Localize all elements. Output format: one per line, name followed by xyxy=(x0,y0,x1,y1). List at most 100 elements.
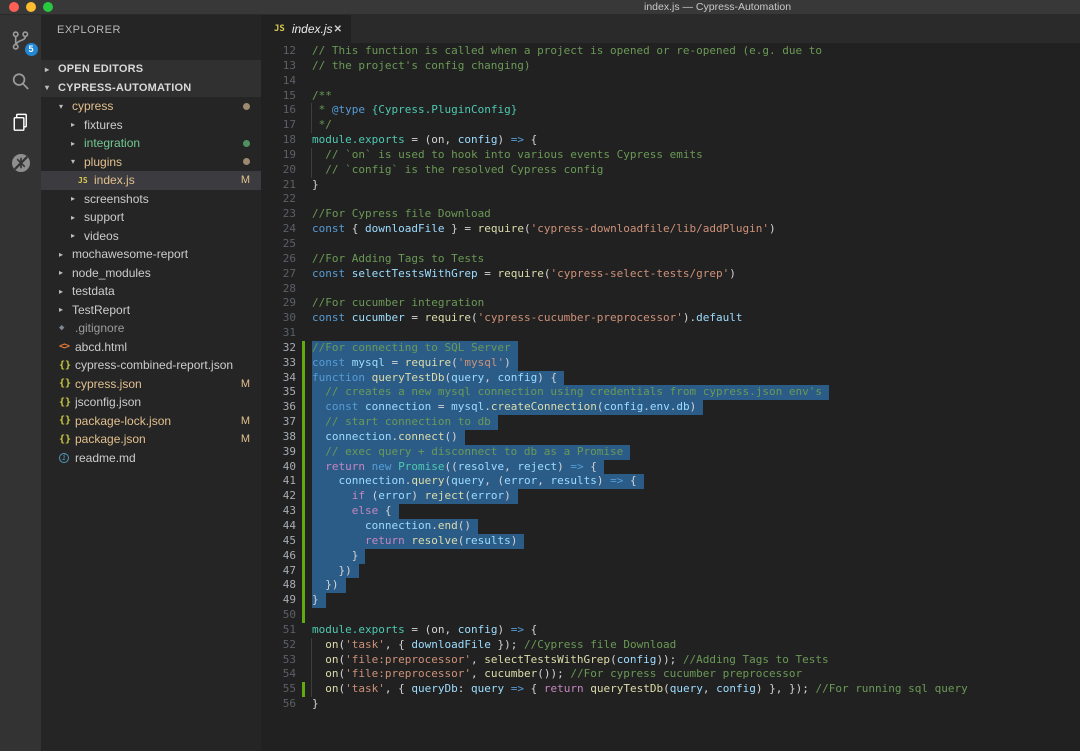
code-line-55[interactable]: 55 on('task', { queryDb: query => { retu… xyxy=(261,682,1080,697)
code-line-25[interactable]: 25 xyxy=(261,237,1080,252)
code-line-38[interactable]: 38 connection.connect() xyxy=(261,430,1080,445)
explorer-icon[interactable] xyxy=(7,108,35,136)
code-line-30[interactable]: 30const cucumber = require('cypress-cucu… xyxy=(261,311,1080,326)
tree-item-testdata[interactable]: ▸testdata xyxy=(41,282,261,301)
code-line-31[interactable]: 31 xyxy=(261,326,1080,341)
code-area[interactable]: 12// This function is called when a proj… xyxy=(261,43,1080,751)
line-number: 23 xyxy=(261,207,296,222)
tree-item-mochawesome-report[interactable]: ▸mochawesome-report xyxy=(41,245,261,264)
code-line-54[interactable]: 54 on('file:preprocessor', cucumber()); … xyxy=(261,667,1080,682)
tree-item-support[interactable]: ▸support xyxy=(41,208,261,227)
tree-item-integration[interactable]: ▸integration xyxy=(41,134,261,153)
code-text: //For cucumber integration xyxy=(312,296,484,311)
chevron-right-icon: ▸ xyxy=(71,231,84,240)
code-line-47[interactable]: 47 }) xyxy=(261,564,1080,579)
code-line-15[interactable]: 15/** xyxy=(261,89,1080,104)
chevron-down-icon: ▾ xyxy=(45,83,58,92)
json-file-icon: {} xyxy=(59,397,75,408)
source-control-badge: 5 xyxy=(25,43,38,56)
chevron-right-icon: ▸ xyxy=(71,139,84,148)
close-window-button[interactable] xyxy=(9,2,19,12)
tree-item-videos[interactable]: ▸videos xyxy=(41,227,261,246)
code-line-28[interactable]: 28 xyxy=(261,282,1080,297)
code-line-29[interactable]: 29 //For cucumber integration xyxy=(261,296,1080,311)
tree-item--gitignore[interactable]: ◆.gitignore xyxy=(41,319,261,338)
code-line-41[interactable]: 41 connection.query(query, (error, resul… xyxy=(261,474,1080,489)
code-line-13[interactable]: 13// the project's config changing) xyxy=(261,59,1080,74)
code-line-49[interactable]: 49} xyxy=(261,593,1080,608)
item-label: screenshots xyxy=(84,192,149,206)
code-line-21[interactable]: 21} xyxy=(261,178,1080,193)
code-line-20[interactable]: 20 // `config` is the resolved Cypress c… xyxy=(261,163,1080,178)
code-line-12[interactable]: 12// This function is called when a proj… xyxy=(261,44,1080,59)
tree-item-fixtures[interactable]: ▸fixtures xyxy=(41,116,261,135)
code-text: connection.query(query, (error, results)… xyxy=(312,474,644,489)
code-line-23[interactable]: 23//For Cypress file Download xyxy=(261,207,1080,222)
line-number: 45 xyxy=(261,534,296,549)
code-line-26[interactable]: 26//For Adding Tags to Tests xyxy=(261,252,1080,267)
code-line-35[interactable]: 35 // creates a new mysql connection usi… xyxy=(261,385,1080,400)
tree-item-node-modules[interactable]: ▸node_modules xyxy=(41,264,261,283)
tree-item-screenshots[interactable]: ▸screenshots xyxy=(41,190,261,209)
code-line-48[interactable]: 48 }) xyxy=(261,578,1080,593)
minimize-window-button[interactable] xyxy=(26,2,36,12)
code-line-45[interactable]: 45 return resolve(results) xyxy=(261,534,1080,549)
code-line-33[interactable]: 33const mysql = require('mysql') xyxy=(261,356,1080,371)
tree-item-readme-md[interactable]: ireadme.md xyxy=(41,449,261,468)
zoom-window-button[interactable] xyxy=(43,2,53,12)
search-icon[interactable] xyxy=(7,67,35,95)
code-line-56[interactable]: 56} xyxy=(261,697,1080,712)
code-line-51[interactable]: 51module.exports = (on, config) => { xyxy=(261,623,1080,638)
code-line-39[interactable]: 39 // exec query + disconnect to db as a… xyxy=(261,445,1080,460)
code-line-52[interactable]: 52 on('task', { downloadFile }); //Cypre… xyxy=(261,638,1080,653)
code-line-36[interactable]: 36 const connection = mysql.createConnec… xyxy=(261,400,1080,415)
code-line-32[interactable]: 32//For connecting to SQL Server xyxy=(261,341,1080,356)
tree-item-testreport[interactable]: ▸TestReport xyxy=(41,301,261,320)
js-file-icon: JS xyxy=(78,176,94,185)
code-line-34[interactable]: 34function queryTestDb(query, config) { xyxy=(261,371,1080,386)
close-icon[interactable]: ✕ xyxy=(334,24,342,35)
tree-item-package-lock-json[interactable]: {}package-lock.jsonM xyxy=(41,412,261,431)
line-number: 35 xyxy=(261,385,296,400)
bug-slash-icon[interactable] xyxy=(7,149,35,177)
code-line-16[interactable]: 16 * @type {Cypress.PluginConfig} xyxy=(261,103,1080,118)
line-number: 17 xyxy=(261,118,296,133)
tree-item-jsconfig-json[interactable]: {}jsconfig.json xyxy=(41,393,261,412)
line-number: 47 xyxy=(261,564,296,579)
code-text: connection.end() xyxy=(312,519,478,534)
code-line-43[interactable]: 43 else { xyxy=(261,504,1080,519)
magnifier-glyph xyxy=(9,70,32,93)
tab-index-js[interactable]: JS index.js ✕ xyxy=(261,15,351,43)
code-line-44[interactable]: 44 connection.end() xyxy=(261,519,1080,534)
code-line-19[interactable]: 19 // `on` is used to hook into various … xyxy=(261,148,1080,163)
code-line-42[interactable]: 42 if (error) reject(error) xyxy=(261,489,1080,504)
source-control-icon[interactable]: 5 xyxy=(7,26,35,54)
json-file-icon: {} xyxy=(59,378,75,389)
line-number: 51 xyxy=(261,623,296,638)
activity-bar: 5 xyxy=(0,15,41,751)
code-line-24[interactable]: 24const { downloadFile } = require('cypr… xyxy=(261,222,1080,237)
code-text: const { downloadFile } = require('cypres… xyxy=(312,222,776,237)
tree-item-plugins[interactable]: ▾plugins xyxy=(41,153,261,172)
tree-item-package-json[interactable]: {}package.jsonM xyxy=(41,430,261,449)
code-line-17[interactable]: 17 */ xyxy=(261,118,1080,133)
code-line-14[interactable]: 14 xyxy=(261,74,1080,89)
line-number: 29 xyxy=(261,296,296,311)
code-line-53[interactable]: 53 on('file:preprocessor', selectTestsWi… xyxy=(261,653,1080,668)
tree-item-index-js[interactable]: JSindex.jsM xyxy=(41,171,261,190)
tree-item-abcd-html[interactable]: <>abcd.html xyxy=(41,338,261,357)
code-line-37[interactable]: 37 // start connection to db xyxy=(261,415,1080,430)
code-line-22[interactable]: 22 xyxy=(261,192,1080,207)
code-line-40[interactable]: 40 return new Promise((resolve, reject) … xyxy=(261,460,1080,475)
code-text: // the project's config changing) xyxy=(312,59,531,74)
tree-item-cypress-combined-report-json[interactable]: {}cypress-combined-report.json xyxy=(41,356,261,375)
section-header-cypress-automation[interactable]: ▾CYPRESS-AUTOMATION xyxy=(41,79,261,98)
tree-item-cypress-json[interactable]: {}cypress.jsonM xyxy=(41,375,261,394)
code-line-27[interactable]: 27const selectTestsWithGrep = require('c… xyxy=(261,267,1080,282)
code-line-46[interactable]: 46 } xyxy=(261,549,1080,564)
tree-item-cypress[interactable]: ▾cypress xyxy=(41,97,261,116)
code-line-50[interactable]: 50 xyxy=(261,608,1080,623)
section-header-open-editors[interactable]: ▸OPEN EDITORS xyxy=(41,60,261,79)
code-text: }) xyxy=(312,578,346,593)
code-line-18[interactable]: 18module.exports = (on, config) => { xyxy=(261,133,1080,148)
